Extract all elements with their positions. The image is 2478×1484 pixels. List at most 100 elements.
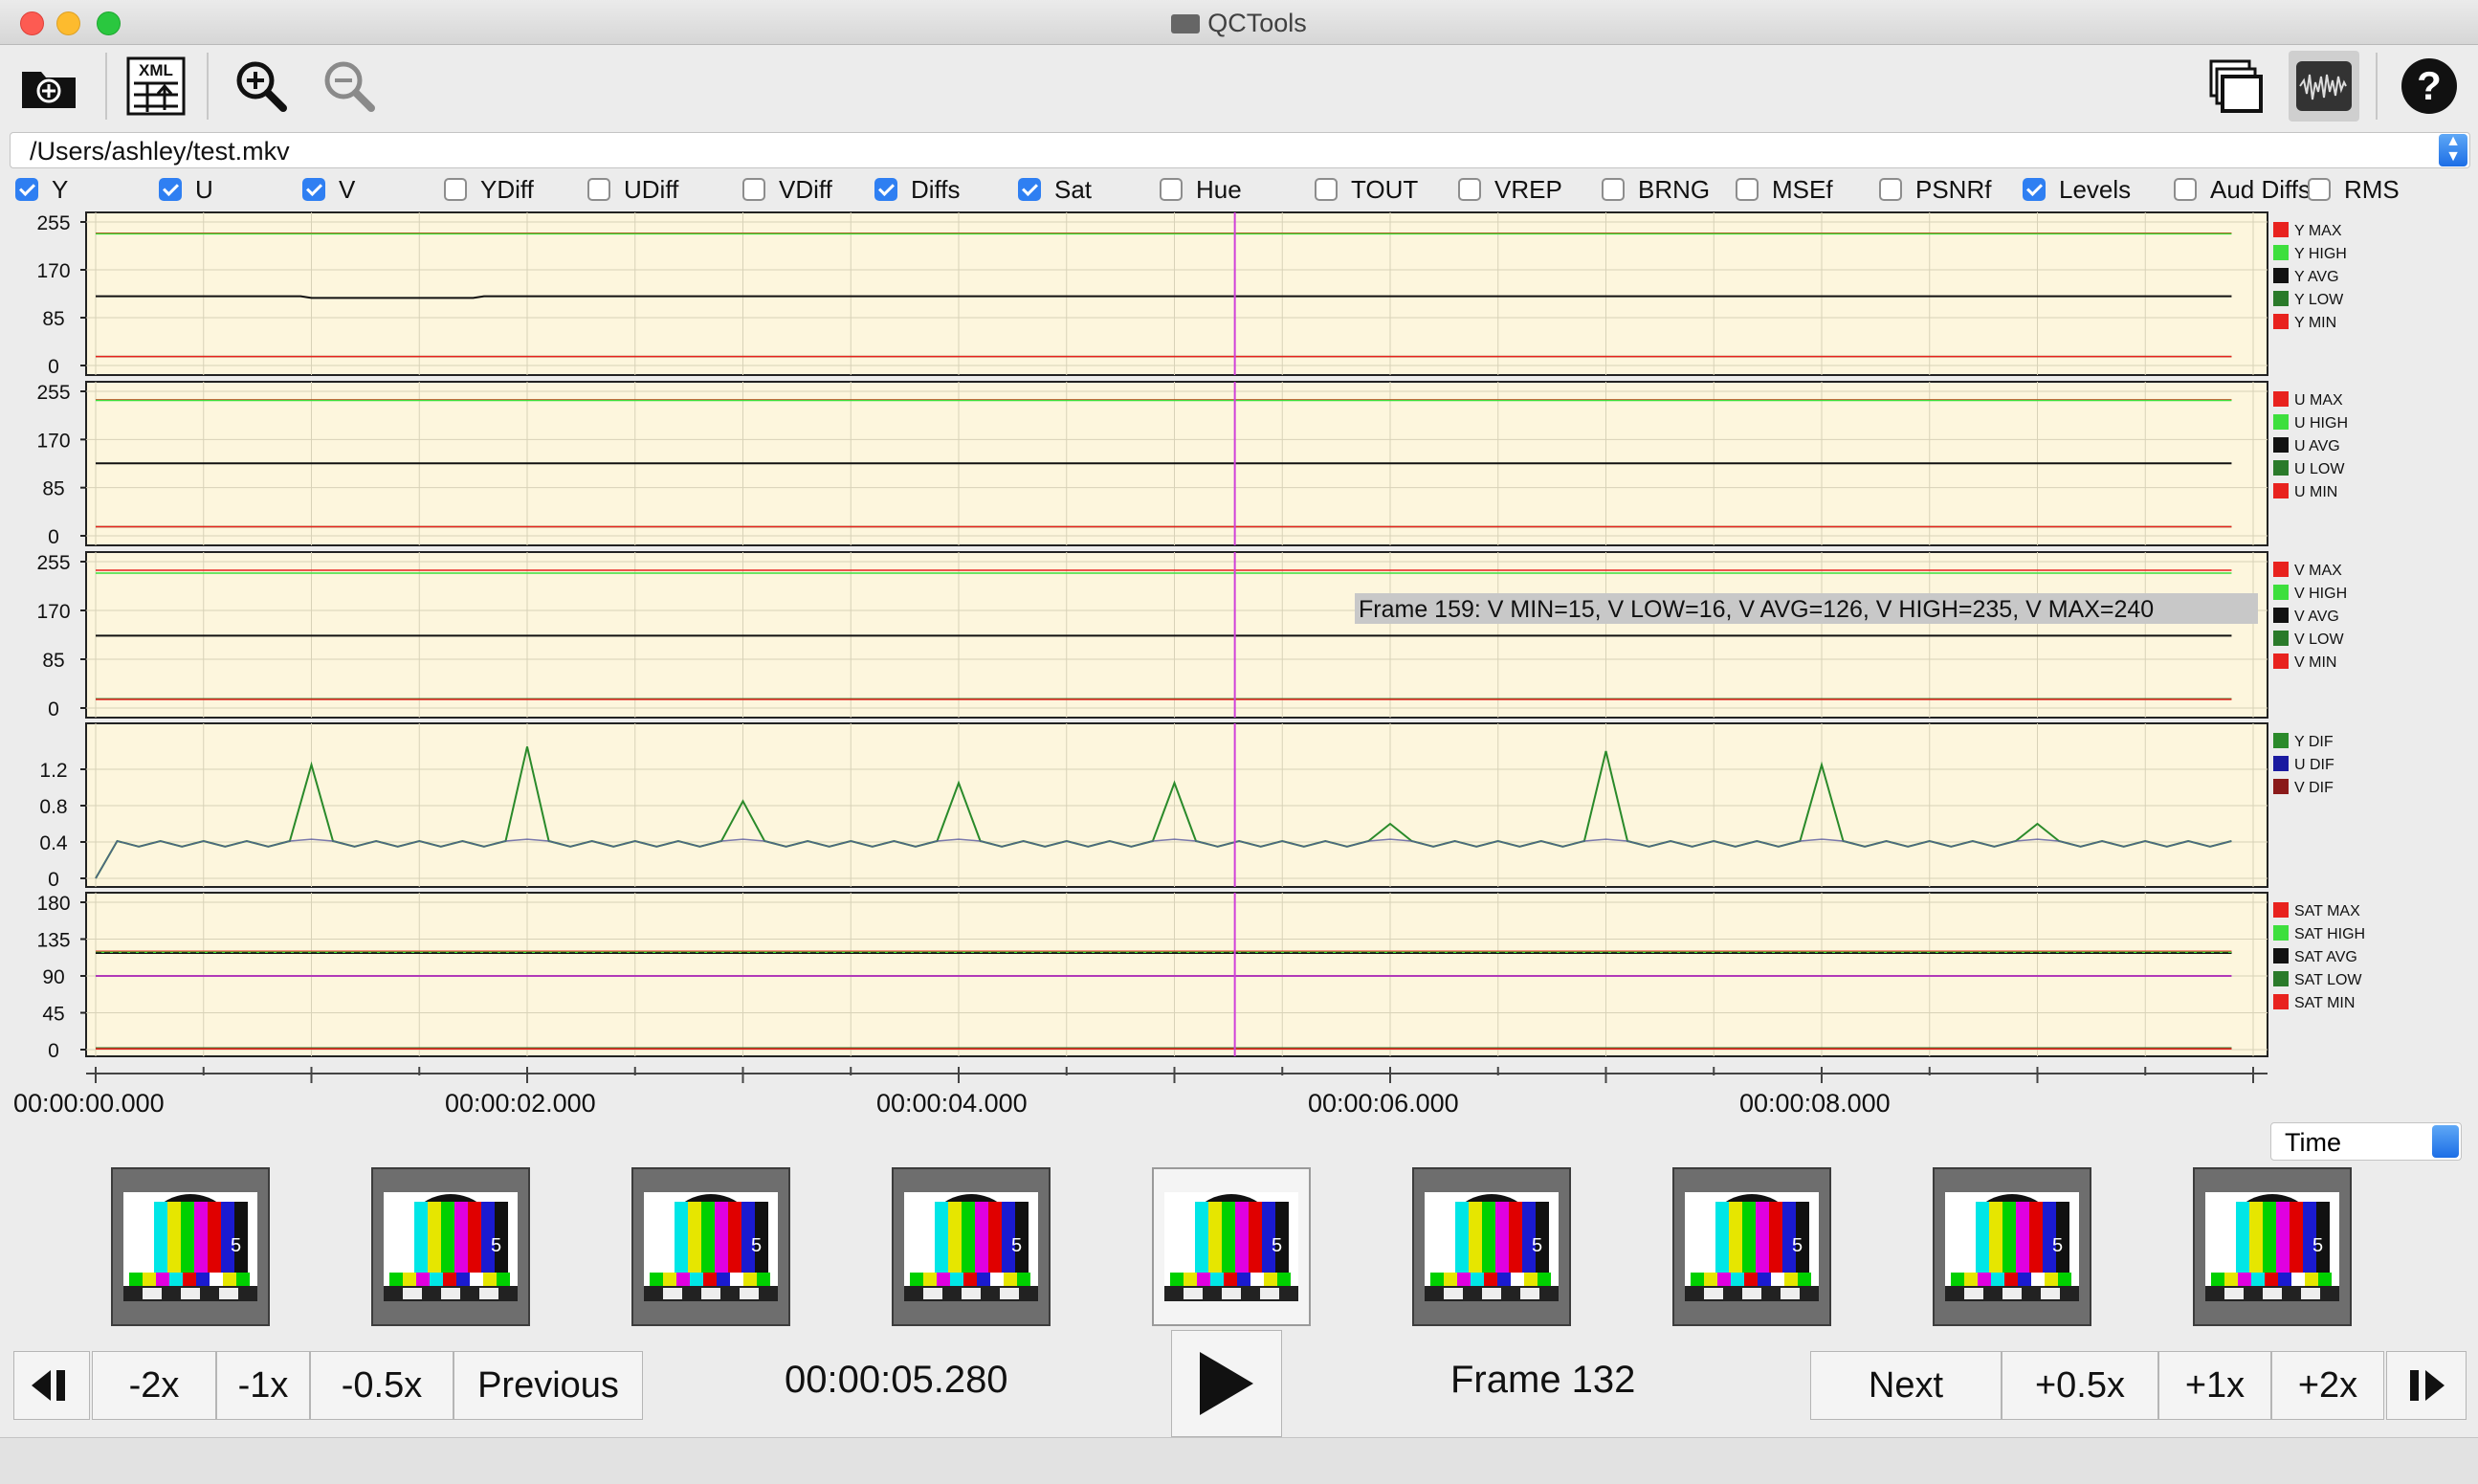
speed-plus-half-button[interactable]: +0.5x: [2002, 1351, 2158, 1420]
thumbnail[interactable]: 5: [1152, 1167, 1311, 1326]
test-pattern-image: 5: [1945, 1192, 2079, 1301]
legend-swatch: [2273, 779, 2289, 794]
thumbnail[interactable]: 5: [371, 1167, 530, 1326]
prev-frame-button[interactable]: [13, 1351, 90, 1420]
speed-minus-1x-button[interactable]: -1x: [216, 1351, 310, 1420]
legend-swatch: [2273, 314, 2289, 329]
svg-text:5: 5: [2052, 1235, 2063, 1256]
y-tick-label: 170: [36, 430, 70, 452]
legend-swatch: [2273, 245, 2289, 260]
plot-y: [85, 211, 2268, 376]
legend-label: V LOW: [2294, 631, 2344, 648]
svg-text:5: 5: [1011, 1235, 1022, 1256]
legend-label: V DIF: [2294, 780, 2334, 796]
svg-text:5: 5: [231, 1235, 241, 1256]
legend-swatch: [2273, 948, 2289, 963]
legend-label: V HIGH: [2294, 586, 2347, 602]
legend-label: V AVG: [2294, 609, 2339, 625]
time-mode-select[interactable]: Time: [2270, 1122, 2462, 1161]
legend-swatch: [2273, 585, 2289, 600]
chevron-updown-icon[interactable]: [2432, 1125, 2459, 1158]
speed-minus-half-button[interactable]: -0.5x: [310, 1351, 454, 1420]
thumbnail[interactable]: 5: [1412, 1167, 1571, 1326]
svg-text:5: 5: [1532, 1235, 1542, 1256]
test-pattern-image: 5: [2205, 1192, 2339, 1301]
next-button[interactable]: Next: [1810, 1351, 2002, 1420]
plot-sat: [85, 892, 2268, 1057]
legend-label: SAT MIN: [2294, 995, 2355, 1011]
legend-swatch: [2273, 733, 2289, 748]
legend-label: Y DIF: [2294, 734, 2334, 750]
thumbnail[interactable]: 5: [892, 1167, 1051, 1326]
y-tick-label: 170: [36, 260, 70, 282]
legend-swatch: [2273, 222, 2289, 237]
legend-swatch: [2273, 460, 2289, 476]
legend-label: V MAX: [2294, 563, 2342, 579]
legend-label: SAT LOW: [2294, 972, 2362, 988]
legend-swatch: [2273, 925, 2289, 941]
y-tick-label: 1.2: [39, 760, 67, 782]
y-tick-label: 135: [36, 930, 70, 952]
test-pattern-image: 5: [644, 1192, 778, 1301]
y-tick-label: 0.8: [39, 796, 67, 818]
y-tick-label: 85: [42, 650, 64, 672]
y-tick-label: 0: [48, 698, 59, 720]
legend-label: U LOW: [2294, 461, 2345, 477]
test-pattern-image: 5: [1164, 1192, 1298, 1301]
time-label: 00:00:08.000: [1739, 1089, 1891, 1118]
speed-minus-2x-button[interactable]: -2x: [92, 1351, 216, 1420]
test-pattern-image: 5: [123, 1192, 257, 1301]
legend-swatch: [2273, 483, 2289, 498]
y-tick-label: 180: [36, 893, 70, 915]
y-tick-label: 255: [36, 552, 70, 574]
legend-label: U MAX: [2294, 392, 2343, 409]
thumbnail[interactable]: 5: [2193, 1167, 2352, 1326]
legend-label: SAT HIGH: [2294, 926, 2365, 942]
legend-label: Y MIN: [2294, 315, 2336, 331]
test-pattern-image: 5: [1425, 1192, 1559, 1301]
frame-tooltip: Frame 159: V MIN=15, V LOW=16, V AVG=126…: [1359, 596, 2154, 623]
legend-label: Y MAX: [2294, 223, 2342, 239]
speed-plus-1x-button[interactable]: +1x: [2158, 1351, 2271, 1420]
speed-plus-2x-button[interactable]: +2x: [2271, 1351, 2384, 1420]
y-tick-label: 170: [36, 601, 70, 623]
y-tick-label: 0: [48, 356, 59, 378]
legend-swatch: [2273, 653, 2289, 669]
play-button[interactable]: [1171, 1330, 1282, 1437]
graphs-area: 255 170 85 0 Y MAX Y HIGH Y AVG Y LOW Y MIN 255 17…: [36, 211, 2365, 1083]
test-pattern-image: 5: [1685, 1192, 1819, 1301]
thumbnail[interactable]: 5: [1933, 1167, 2091, 1326]
thumbnail[interactable]: 5: [1672, 1167, 1831, 1326]
y-tick-label: 0: [48, 526, 59, 548]
legend-label: U AVG: [2294, 438, 2340, 454]
time-label: 00:00:00.000: [13, 1089, 165, 1118]
y-tick-label: 255: [36, 212, 70, 234]
thumbnail[interactable]: 5: [111, 1167, 270, 1326]
legend-swatch: [2273, 971, 2289, 986]
time-label: 00:00:02.000: [445, 1089, 596, 1118]
step-forward-icon: [2410, 1370, 2445, 1401]
next-frame-button[interactable]: [2386, 1351, 2467, 1420]
previous-button[interactable]: Previous: [454, 1351, 643, 1420]
play-icon: [1200, 1352, 1253, 1415]
y-tick-label: 0.4: [39, 832, 68, 854]
legend-swatch: [2273, 391, 2289, 407]
legend-label: V MIN: [2294, 654, 2336, 671]
legend-label: U HIGH: [2294, 415, 2348, 432]
frame-number: Frame 132: [1450, 1359, 1636, 1401]
svg-text:5: 5: [751, 1235, 762, 1256]
legend-label: Y HIGH: [2294, 246, 2347, 262]
legend-label: SAT AVG: [2294, 949, 2357, 965]
legend-swatch: [2273, 562, 2289, 577]
legend-label: U DIF: [2294, 757, 2334, 773]
legend-swatch: [2273, 902, 2289, 918]
legend-swatch: [2273, 608, 2289, 623]
y-tick-label: 45: [42, 1004, 64, 1026]
time-label: 00:00:04.000: [876, 1089, 1028, 1118]
y-tick-label: 90: [42, 966, 64, 988]
legend-swatch: [2273, 631, 2289, 646]
thumbnail[interactable]: 5: [631, 1167, 790, 1326]
legend-swatch: [2273, 291, 2289, 306]
y-tick-label: 85: [42, 308, 64, 330]
status-bar: [0, 1437, 2478, 1484]
